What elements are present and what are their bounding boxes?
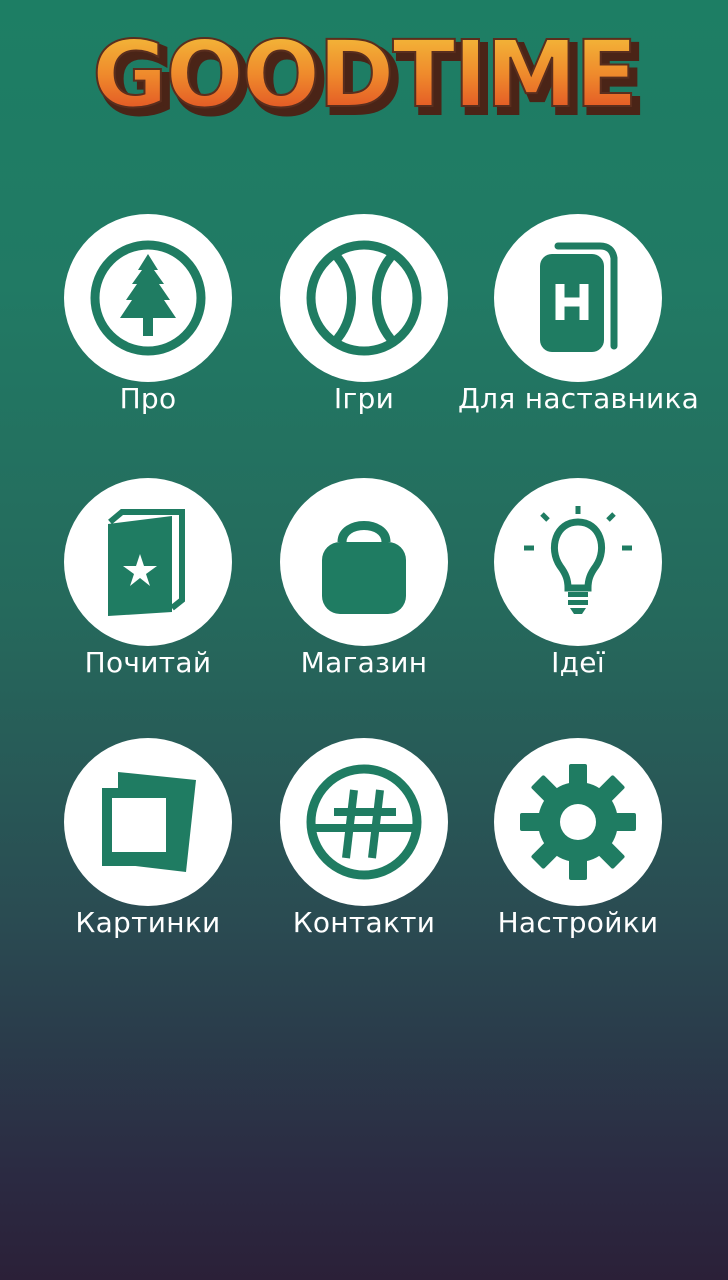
menu-item-circle	[280, 478, 448, 646]
menu-item-label: Настройки	[497, 906, 659, 939]
menu-item-settings[interactable]: Настройки	[458, 738, 698, 968]
menu-item-read[interactable]: Почитай	[28, 478, 268, 708]
menu-item-circle	[64, 738, 232, 906]
menu-item-ideas[interactable]: Ідеї	[458, 478, 698, 708]
menu-item-circle	[494, 478, 662, 646]
menu-item-label: Почитай	[84, 646, 212, 679]
hashtag-icon	[306, 764, 422, 880]
menu-item-label: Картинки	[75, 906, 221, 939]
menu-item-label: Ігри	[333, 382, 395, 415]
lightbulb-icon	[524, 506, 632, 614]
menu-item-circle	[494, 738, 662, 906]
menu-item-label: Магазин	[300, 646, 428, 679]
shopping-bag-icon	[322, 521, 406, 614]
star-book-icon	[108, 509, 185, 616]
menu-item-circle	[64, 478, 232, 646]
menu-item-games[interactable]: Ігри	[244, 214, 484, 444]
gear-icon	[520, 764, 636, 880]
main-menu-grid: Про Ігри Для наставника Почитай Магазин …	[0, 0, 728, 1280]
menu-item-label: Ідеї	[551, 646, 605, 679]
menu-item-circle	[494, 214, 662, 382]
menu-item-mentor[interactable]: Для наставника	[458, 214, 700, 444]
ball-icon	[306, 240, 422, 356]
menu-item-contacts[interactable]: Контакти	[244, 738, 484, 968]
menu-item-circle	[280, 738, 448, 906]
menu-item-label: Контакти	[292, 906, 436, 939]
mentor-book-icon	[540, 242, 618, 352]
menu-item-shop[interactable]: Магазин	[244, 478, 484, 708]
menu-item-circle	[64, 214, 232, 382]
menu-item-about[interactable]: Про	[28, 214, 268, 444]
pictures-icon	[102, 772, 196, 872]
menu-item-pictures[interactable]: Картинки	[28, 738, 268, 968]
menu-item-label: Для наставника	[458, 382, 700, 415]
menu-item-label: Про	[119, 382, 177, 415]
tree-icon	[90, 240, 206, 356]
menu-item-circle	[280, 214, 448, 382]
